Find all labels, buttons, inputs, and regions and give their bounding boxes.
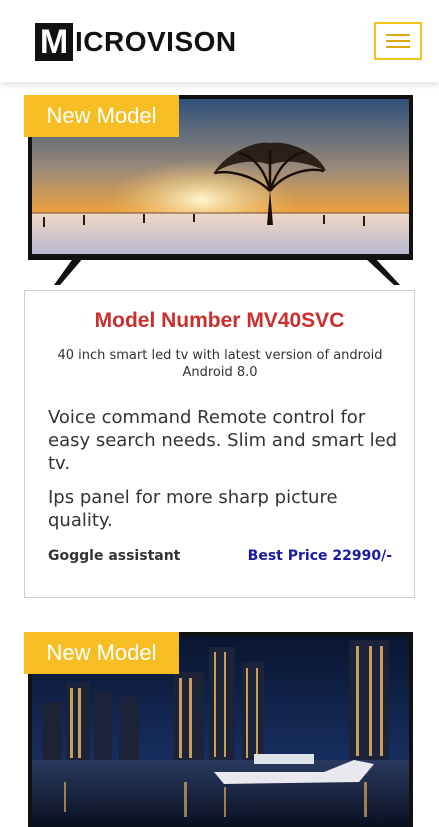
new-model-badge: New Model <box>24 632 179 674</box>
menu-button[interactable] <box>374 22 422 60</box>
hamburger-menu-icon <box>386 34 410 36</box>
header: M ICROVISON <box>0 0 439 82</box>
product-title[interactable]: Model Number MV40SVC <box>25 309 414 333</box>
logo-text: ICROVISON <box>75 25 237 57</box>
product-subtitle: 40 inch smart led tv with latest version… <box>57 348 383 380</box>
brand-logo[interactable]: M ICROVISON <box>35 21 237 62</box>
product-price[interactable]: Best Price 22990/- <box>248 548 392 564</box>
product-info: Model Number MV40SVC 40 inch smart led t… <box>24 290 415 598</box>
product-feature: Goggle assistant <box>48 548 181 564</box>
product-description-2: Ips panel for more sharp picture quality… <box>48 487 338 531</box>
product-description: Voice command Remote control for easy se… <box>48 407 398 474</box>
new-model-badge: New Model <box>24 95 179 137</box>
logo-mark: M <box>35 22 73 61</box>
